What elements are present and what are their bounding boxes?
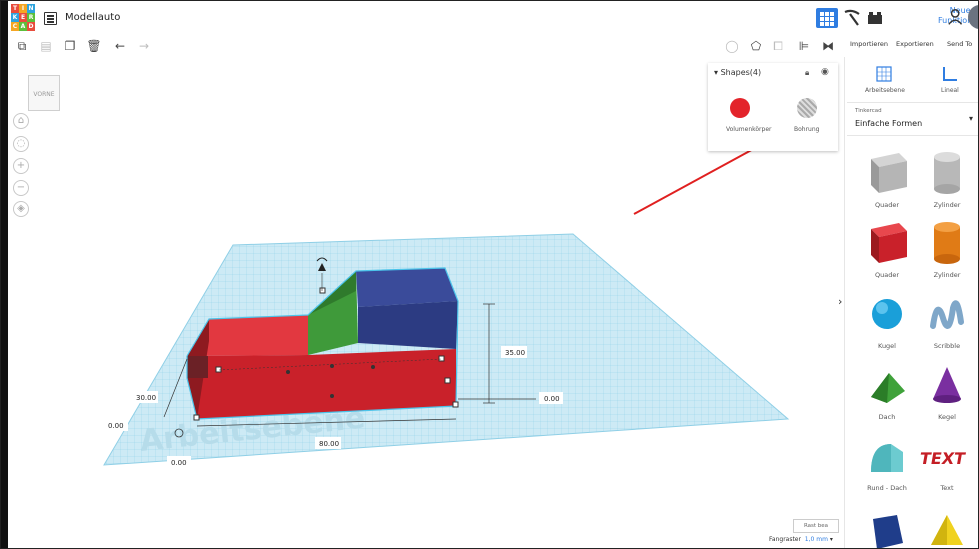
shape-label: Zylinder xyxy=(933,271,961,279)
snap-value: 1,0 mm xyxy=(804,536,828,543)
offset-value: 0.00 xyxy=(544,395,560,403)
snap-grid-control[interactable]: Fangraster 1,0 mm ▾ xyxy=(769,536,833,543)
resize-handle[interactable] xyxy=(438,355,445,362)
shape-box-hole[interactable]: Quader xyxy=(857,147,917,215)
collapse-panel-icon[interactable]: › xyxy=(838,295,848,315)
solid-color-button[interactable] xyxy=(730,98,750,118)
shape-box[interactable]: Quader xyxy=(857,217,917,285)
hole-button[interactable] xyxy=(797,98,817,118)
tinkercad-window: T I N K E R C A D Modellauto Neue Funkti… xyxy=(0,0,979,549)
svg-text:TEXT: TEXT xyxy=(918,449,966,468)
edit-grid-button[interactable]: Rast bea xyxy=(793,519,839,533)
origin-x-value: 0.00 xyxy=(108,422,124,430)
box-hole-icon xyxy=(871,153,907,193)
lock-icon[interactable]: 🔒︎ xyxy=(805,68,809,78)
scribble-icon xyxy=(930,300,964,329)
shapes-count: Shapes(4) xyxy=(720,68,762,77)
height-handle[interactable] xyxy=(319,287,326,294)
length-value: 80.00 xyxy=(319,440,339,448)
shape-text[interactable]: TEXT Text xyxy=(917,430,977,498)
center-point xyxy=(330,394,334,398)
category-hint: Tinkercad xyxy=(855,108,882,114)
workplane-icon[interactable] xyxy=(875,65,893,83)
shape-cylinder[interactable]: Zylinder xyxy=(917,217,977,285)
resize-handle[interactable] xyxy=(444,377,451,384)
snap-label: Fangraster xyxy=(769,536,801,543)
shapes-inspector: ▾ Shapes(4) 🔒︎ ◉ Volumenkörper Bohrung xyxy=(708,63,838,151)
shape-scribble[interactable]: Scribble xyxy=(917,288,977,356)
shape-round-roof[interactable]: Rund - Dach xyxy=(857,430,917,498)
resize-handle[interactable] xyxy=(452,401,459,408)
shape-label: Quader xyxy=(874,271,900,279)
car-roof-front[interactable] xyxy=(358,301,458,349)
ruler-icon[interactable] xyxy=(941,65,959,83)
roof-icon xyxy=(871,373,905,403)
category-dropdown[interactable]: Tinkercad Einfache Formen ▾ xyxy=(847,102,978,136)
origin-y-value: 0.00 xyxy=(171,459,187,467)
ruler-label[interactable]: Lineal xyxy=(941,87,959,94)
shape-label: Rund - Dach xyxy=(867,484,907,492)
car-roof-top[interactable] xyxy=(356,268,458,307)
car-body-corner xyxy=(187,356,208,378)
shape-label: Zylinder xyxy=(933,201,961,209)
cylinder-icon xyxy=(934,222,960,264)
hole-label: Bohrung xyxy=(794,126,820,133)
visibility-bulb-icon[interactable]: ◉ xyxy=(821,67,829,77)
resize-handle[interactable] xyxy=(193,414,200,421)
cone-icon xyxy=(933,367,961,403)
shape-label: Dach xyxy=(878,413,896,421)
chevron-down-icon: ▾ xyxy=(969,114,974,123)
shapes-header[interactable]: ▾ Shapes(4) xyxy=(714,68,761,77)
depth-value: 30.00 xyxy=(136,394,156,402)
round-roof-icon xyxy=(871,444,903,472)
shape-sphere[interactable]: Kugel xyxy=(857,288,917,356)
pyramid-icon xyxy=(931,515,963,545)
shape-label: Quader xyxy=(874,201,900,209)
wedge-icon xyxy=(873,515,903,548)
shape-wedge[interactable] xyxy=(857,501,917,548)
shape-label: Kugel xyxy=(878,342,896,350)
cylinder-hole-icon xyxy=(934,152,960,194)
center-point xyxy=(371,365,375,369)
shapes-library-panel: Arbeitsebene Lineal Tinkercad Einfache F… xyxy=(844,57,978,548)
shape-pyramid[interactable] xyxy=(917,501,977,548)
height-value: 35.00 xyxy=(505,349,525,357)
resize-handle[interactable] xyxy=(215,366,222,373)
shape-roof[interactable]: Dach xyxy=(857,359,917,427)
shape-cone[interactable]: Kegel xyxy=(917,359,977,427)
workplane-label[interactable]: Arbeitsebene xyxy=(865,87,905,94)
solid-label: Volumenkörper xyxy=(726,126,772,133)
text-shape-icon: TEXT xyxy=(918,449,966,468)
center-point xyxy=(286,370,290,374)
shape-label: Text xyxy=(940,484,954,492)
shape-label: Kegel xyxy=(938,413,956,421)
category-value: Einfache Formen xyxy=(855,119,923,128)
shape-cylinder-hole[interactable]: Zylinder xyxy=(917,147,977,215)
box-icon xyxy=(871,223,907,263)
shape-label: Scribble xyxy=(933,342,961,350)
sphere-icon xyxy=(872,299,902,329)
